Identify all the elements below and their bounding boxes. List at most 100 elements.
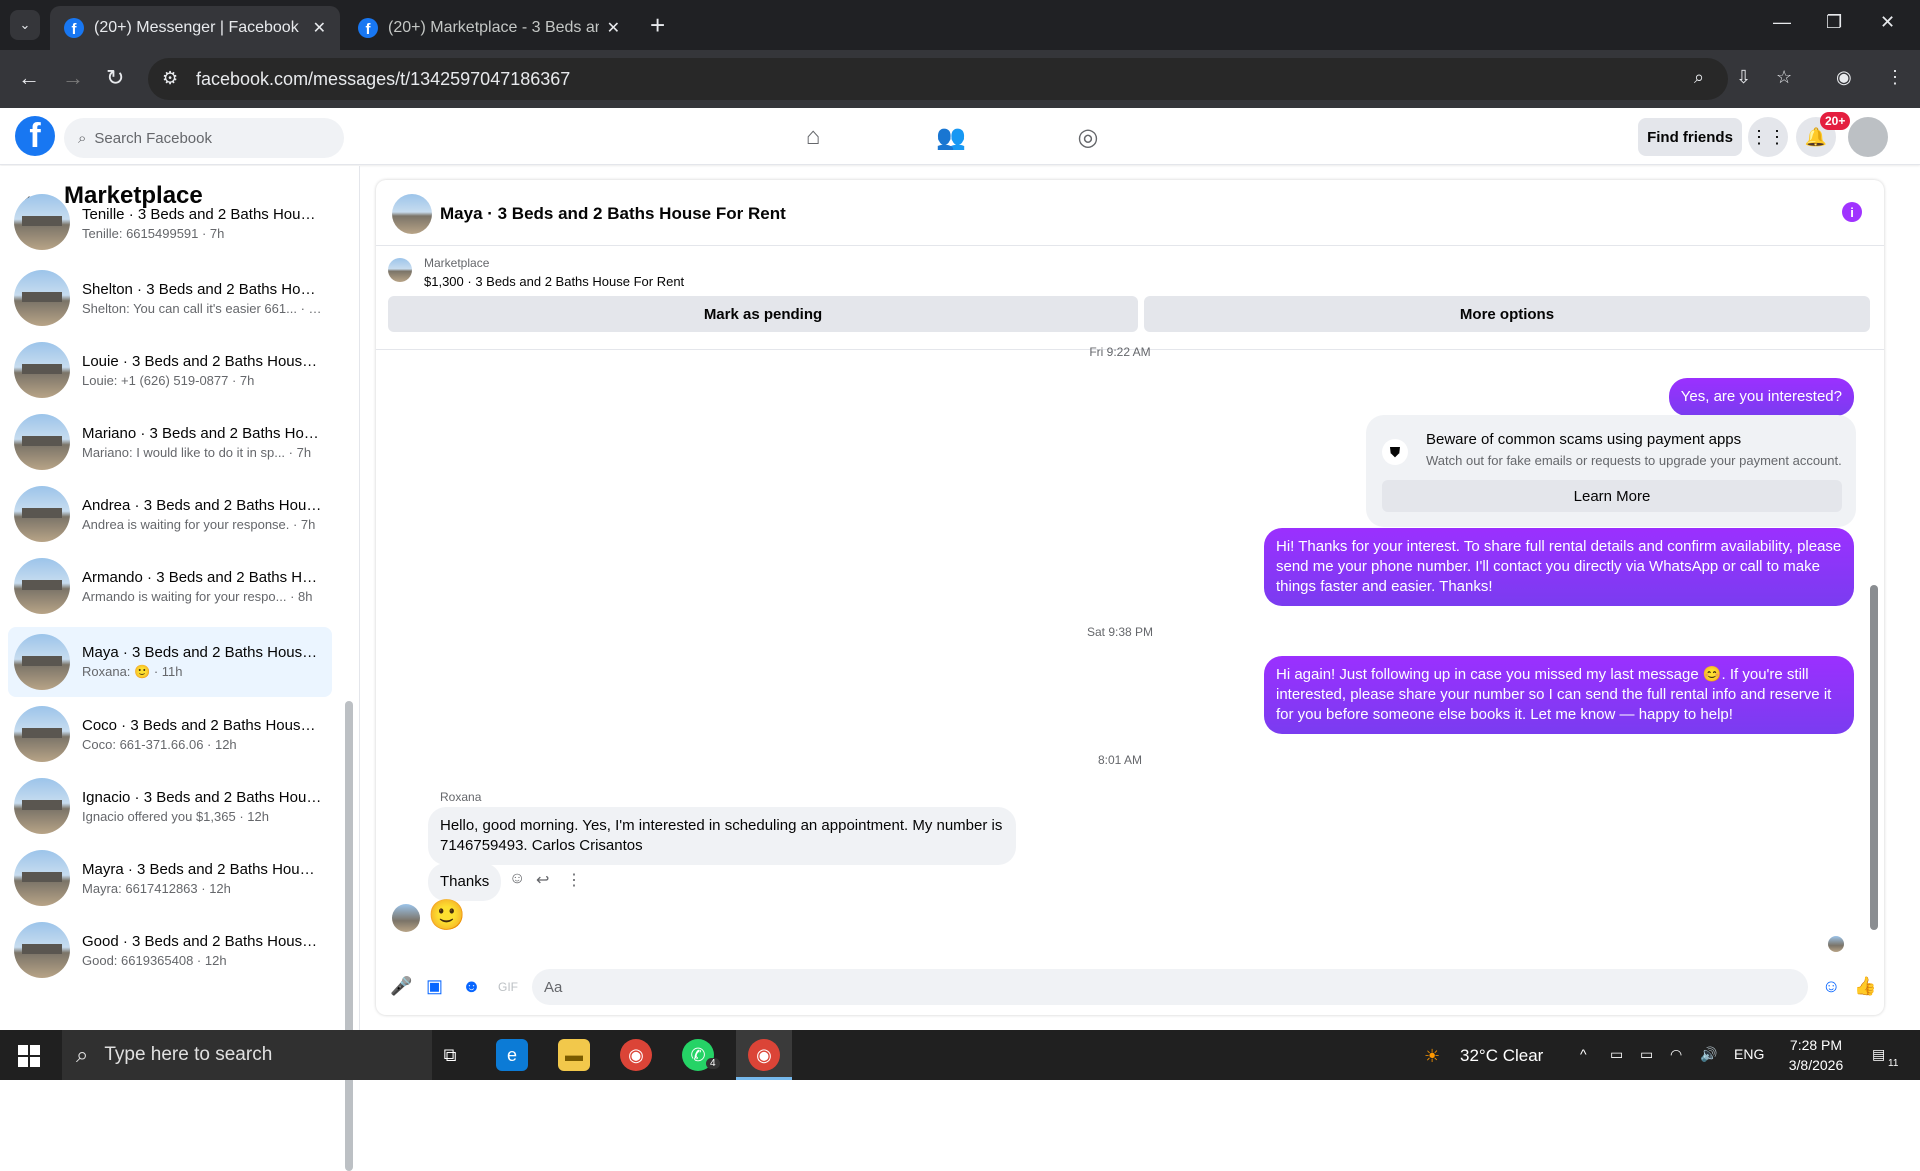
close-tab-icon[interactable]: ✕: [607, 18, 620, 38]
close-tab-icon[interactable]: ✕: [313, 18, 326, 38]
conversation-item[interactable]: Coco · 3 Beds and 2 Baths House For Rent…: [8, 699, 332, 769]
tab-search-button[interactable]: ⌄: [10, 10, 40, 40]
microphone-icon[interactable]: 🎤: [390, 976, 412, 997]
message-incoming[interactable]: Thanks: [428, 863, 502, 901]
seen-avatar: [1828, 936, 1844, 952]
chat-header: Maya · 3 Beds and 2 Baths House For Rent…: [376, 180, 1884, 246]
listing-title[interactable]: $1,300 · 3 Beds and 2 Baths House For Re…: [424, 274, 684, 289]
clock-time: 7:28 PM: [1789, 1037, 1843, 1053]
notification-center-icon[interactable]: ▤: [1872, 1046, 1885, 1063]
address-bar[interactable]: ⚙ facebook.com/messages/t/13425970471863…: [148, 58, 1728, 100]
conversation-name: Coco · 3 Beds and 2 Baths House For Rent: [82, 716, 322, 734]
language-indicator[interactable]: ENG: [1734, 1046, 1764, 1062]
bookmark-star-icon[interactable]: ☆: [1776, 67, 1792, 88]
browser-menu-icon[interactable]: ⋮: [1886, 67, 1904, 88]
sender-name: Roxana: [440, 790, 482, 804]
camera-icon[interactable]: ▭: [1610, 1046, 1623, 1063]
reload-icon[interactable]: ↻: [106, 65, 124, 91]
sticker-icon[interactable]: ☻: [462, 976, 481, 997]
conversation-preview: Good: 6619365408 · 12h: [82, 952, 227, 968]
start-windows-icon[interactable]: [18, 1045, 40, 1067]
conversation-item[interactable]: Mayra · 3 Beds and 2 Baths House For Ren…: [8, 843, 332, 913]
back-icon[interactable]: ←: [18, 65, 40, 91]
weather-icon[interactable]: ☀: [1424, 1046, 1440, 1067]
learn-more-button[interactable]: Learn More: [1382, 480, 1842, 512]
close-window-icon[interactable]: ✕: [1880, 12, 1895, 33]
task-view-icon[interactable]: ⧉: [434, 1039, 466, 1071]
react-smiley-icon[interactable]: ☺: [509, 870, 525, 888]
conversation-name: Mariano · 3 Beds and 2 Baths House For R…: [82, 424, 322, 442]
listing-thumbnail: [14, 342, 70, 398]
install-app-icon[interactable]: ⇩: [1736, 67, 1751, 88]
new-tab-button[interactable]: +: [650, 10, 665, 41]
edge-icon[interactable]: e: [496, 1039, 528, 1071]
reply-icon[interactable]: ↩: [536, 870, 549, 890]
timestamp: Fri 9:22 AM: [1089, 345, 1151, 359]
groups-icon[interactable]: ◎: [1073, 122, 1103, 152]
notification-count: 11: [1888, 1058, 1899, 1069]
conversation-item[interactable]: Good · 3 Beds and 2 Baths House For Rent…: [8, 915, 332, 985]
home-icon[interactable]: ⌂: [798, 122, 828, 152]
clock[interactable]: 7:28 PM 3/8/2026: [1776, 1035, 1856, 1075]
message-incoming[interactable]: Hello, good morning. Yes, I'm interested…: [428, 807, 1016, 865]
more-actions-icon[interactable]: ⋮: [566, 870, 582, 890]
facebook-logo-icon[interactable]: f: [15, 116, 55, 156]
search-input[interactable]: ⌕ Search Facebook: [64, 118, 344, 158]
listing-thumbnail: [14, 778, 70, 834]
find-friends-button[interactable]: Find friends: [1638, 118, 1742, 156]
menu-grid-icon[interactable]: ⋮⋮: [1748, 117, 1788, 157]
restore-icon[interactable]: ❐: [1826, 12, 1842, 33]
more-options-button[interactable]: More options: [1144, 296, 1870, 332]
tab-marketplace[interactable]: f (20+) Marketplace - 3 Beds and 2 Baths…: [344, 6, 634, 50]
url-text: facebook.com/messages/t/1342597047186367: [196, 69, 571, 89]
mark-pending-button[interactable]: Mark as pending: [388, 296, 1138, 332]
conversation-item[interactable]: Mariano · 3 Beds and 2 Baths House For R…: [8, 407, 332, 477]
system-tray-chevron-icon[interactable]: ^: [1580, 1046, 1587, 1062]
conversation-item-active[interactable]: Maya · 3 Beds and 2 Baths House For Rent…: [8, 627, 332, 697]
tab-title: (20+) Messenger | Facebook: [94, 19, 299, 36]
volume-icon[interactable]: 🔊: [1700, 1046, 1717, 1063]
message-outgoing[interactable]: Hi! Thanks for your interest. To share f…: [1264, 528, 1854, 606]
site-settings-icon[interactable]: ⚙: [162, 68, 178, 89]
thumbs-up-icon[interactable]: 👍: [1854, 976, 1876, 997]
conversation-item[interactable]: Andrea · 3 Beds and 2 Baths House For Re…: [8, 479, 332, 549]
conversation-item[interactable]: Armando · 3 Beds and 2 Baths House For R…: [8, 551, 332, 621]
chat-title[interactable]: Maya · 3 Beds and 2 Baths House For Rent: [440, 204, 786, 224]
conversation-item[interactable]: Tenille · 3 Beds and 2 Baths House For R…: [8, 194, 332, 256]
chat-scrollbar[interactable]: [1870, 585, 1878, 930]
emoji-picker-icon[interactable]: ☺: [1822, 976, 1840, 997]
tab-messenger[interactable]: f (20+) Messenger | Facebook ✕: [50, 6, 340, 50]
photo-icon[interactable]: ▣: [426, 976, 443, 997]
sidebar-scrollbar[interactable]: [345, 701, 353, 1171]
gif-icon[interactable]: GIF: [498, 980, 518, 994]
zoom-icon[interactable]: ⌕: [1694, 67, 1704, 88]
marketplace-listing-bar: Marketplace $1,300 · 3 Beds and 2 Baths …: [376, 246, 1884, 350]
emoji-message[interactable]: 🙂: [428, 898, 465, 933]
forward-icon[interactable]: →: [62, 65, 84, 91]
message-outgoing[interactable]: Yes, are you interested?: [1668, 378, 1854, 416]
conversation-item[interactable]: Shelton · 3 Beds and 2 Baths House For R…: [8, 263, 332, 333]
message-outgoing[interactable]: Hi again! Just following up in case you …: [1264, 656, 1854, 734]
whatsapp-badge: 4: [706, 1058, 720, 1069]
chrome-icon[interactable]: ◉: [620, 1039, 652, 1071]
browser-tabbar: ⌄ f (20+) Messenger | Facebook ✕ f (20+)…: [0, 0, 1920, 50]
conversation-item[interactable]: Louie · 3 Beds and 2 Baths House For Ren…: [8, 335, 332, 405]
chat-avatar[interactable]: [392, 194, 432, 234]
weather-text[interactable]: 32°C Clear: [1460, 1046, 1543, 1066]
wifi-icon[interactable]: ◠: [1670, 1046, 1682, 1063]
info-icon[interactable]: i: [1842, 202, 1862, 222]
message-input[interactable]: Aa: [532, 969, 1808, 1005]
minimize-icon[interactable]: —: [1773, 12, 1791, 33]
listing-thumbnail: [388, 258, 412, 282]
account-avatar[interactable]: [1848, 117, 1888, 157]
chrome-active-window[interactable]: ◉: [736, 1030, 792, 1080]
conversation-preview: Armando is waiting for your respo... · 8…: [82, 588, 313, 604]
conversation-sidebar: ← Marketplace Tenille · 3 Beds and 2 Bat…: [0, 166, 360, 1171]
file-explorer-icon[interactable]: ▬: [558, 1039, 590, 1071]
sender-avatar[interactable]: [392, 904, 420, 932]
battery-icon[interactable]: ▭: [1640, 1046, 1653, 1063]
taskbar-search[interactable]: ⌕ Type here to search: [62, 1030, 432, 1080]
conversation-item[interactable]: Ignacio · 3 Beds and 2 Baths House For R…: [8, 771, 332, 841]
friends-icon[interactable]: 👥: [936, 122, 966, 152]
profile-icon[interactable]: ◉: [1836, 67, 1852, 88]
